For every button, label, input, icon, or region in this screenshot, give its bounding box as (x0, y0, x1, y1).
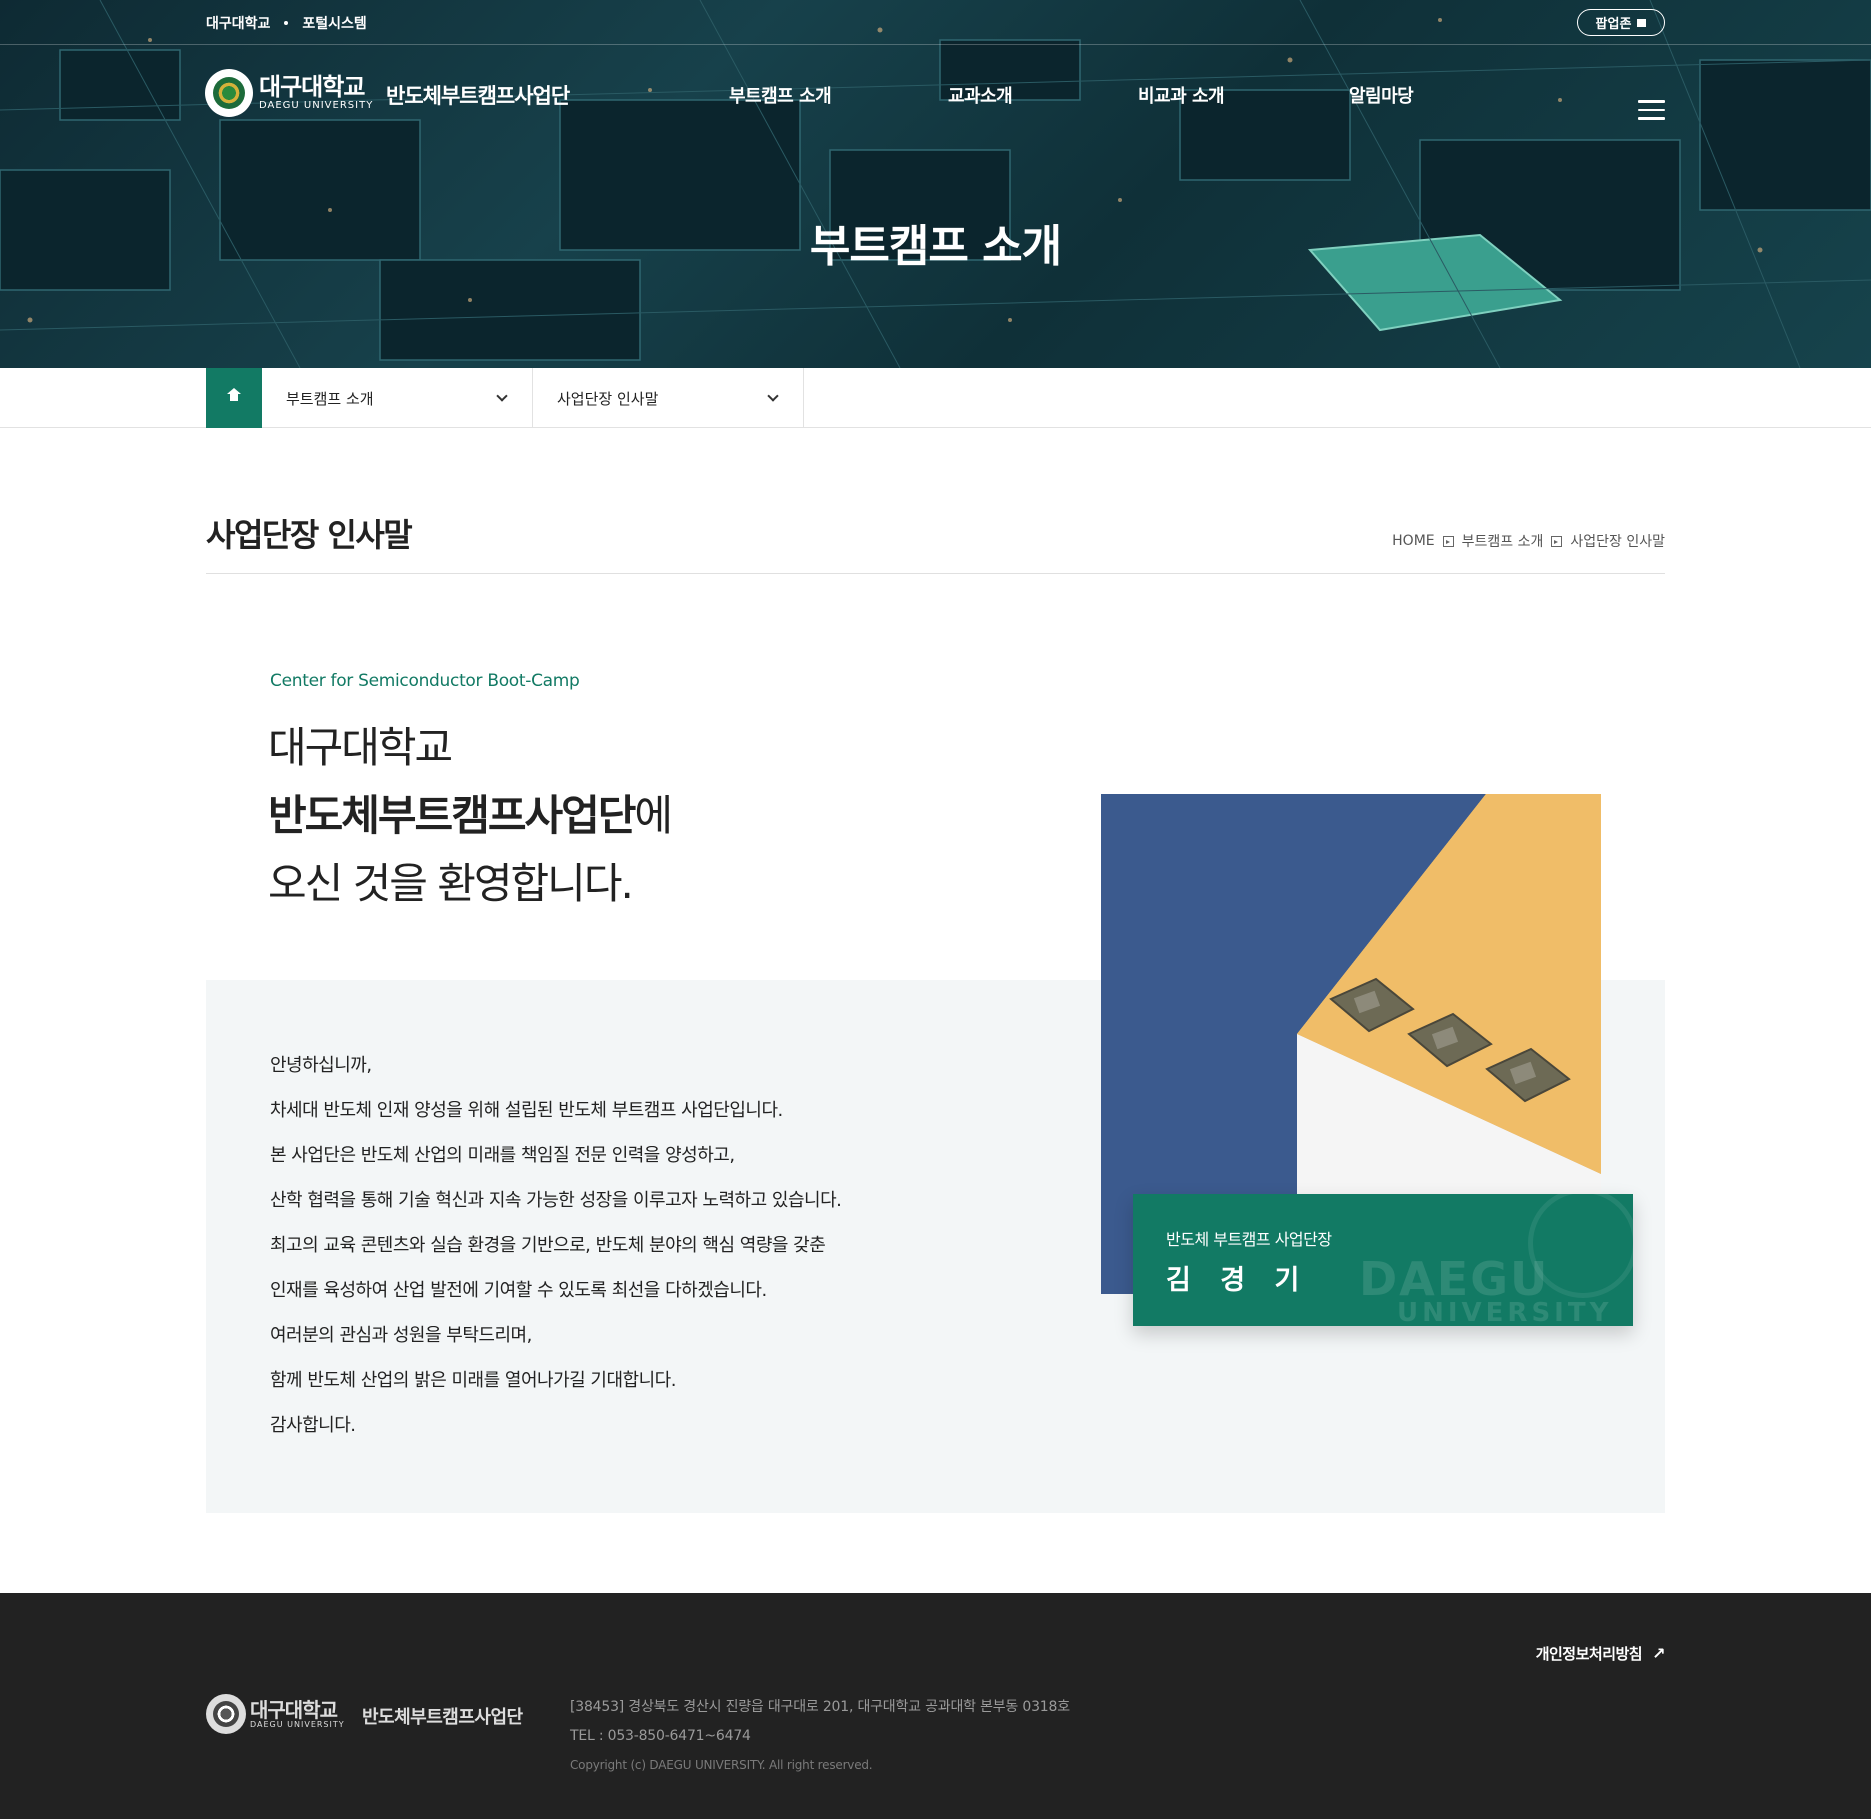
logo-english: DAEGU UNIVERSITY (259, 100, 374, 111)
message-line: 본 사업단은 반도체 산업의 미래를 책임질 전문 인력을 양성하고, (270, 1145, 735, 1166)
nav-item-curriculum[interactable]: 교과소개 (948, 82, 1013, 108)
footer-logo-korean: 대구대학교 (250, 1697, 338, 1722)
popup-zone-button[interactable]: 팝업존 (1577, 9, 1665, 36)
footer-department: 반도체부트캠프사업단 (362, 1707, 523, 1728)
breadcrumb-arrow-icon (1551, 535, 1563, 547)
link-daegu-univ[interactable]: 대구대학교 (206, 13, 270, 33)
university-seal-icon (205, 69, 253, 117)
separator-dot (284, 21, 289, 25)
welcome-headline: 대구대학교 반도체부트캠프사업단에 오신 것을 환영합니다. (268, 714, 673, 918)
message-line: 안녕하십니까, (270, 1055, 372, 1076)
watermark-university: UNIVERSITY (1397, 1298, 1613, 1326)
hero-title: 부트캠프 소개 (809, 221, 1062, 272)
privacy-policy-label: 개인정보처리방침 (1535, 1645, 1643, 1663)
chevron-down-icon (496, 390, 508, 402)
sub-navigation: 부트캠프 소개 사업단장 인사말 (0, 368, 1871, 428)
depth1-dropdown[interactable]: 부트캠프 소개 (262, 368, 533, 428)
popup-icon (1637, 18, 1647, 27)
breadcrumb-arrow-icon (1442, 535, 1454, 547)
logo-korean: 대구대학교 (259, 73, 365, 101)
depth2-label: 사업단장 인사말 (557, 389, 659, 408)
headline-suffix: 에 (634, 791, 673, 840)
university-seal-icon (206, 1694, 246, 1734)
footer-logo-english: DAEGU UNIVERSITY (250, 1719, 345, 1729)
depth2-dropdown[interactable]: 사업단장 인사말 (533, 368, 804, 428)
headline-line3: 오신 것을 환영합니다. (268, 859, 634, 908)
footer-tel: TEL : 053-850-6471~6474 (570, 1728, 751, 1744)
message-line: 최고의 교육 콘텐츠와 실습 환경을 기반으로, 반도체 분야의 핵심 역량을 … (270, 1235, 826, 1256)
page-title: 사업단장 인사말 (206, 516, 413, 554)
message-line: 차세대 반도체 인재 양성을 위해 설립된 반도체 부트캠프 사업단입니다. (270, 1100, 783, 1121)
depth1-label: 부트캠프 소개 (286, 389, 374, 408)
footer: 개인정보처리방침 ↗ 대구대학교 DAEGU UNIVERSITY 반도체부트캠… (0, 1593, 1871, 1819)
home-icon (227, 387, 241, 404)
english-subtitle: Center for Semiconductor Boot-Camp (270, 671, 580, 691)
arrow-up-right-icon: ↗ (1652, 1644, 1665, 1663)
circuit-background (0, 0, 1871, 368)
nav-item-notice[interactable]: 알림마당 (1349, 82, 1414, 108)
hero-banner: 대구대학교 포털시스템 팝업존 대구대학교 DAEGU UNIVERSITY 반… (0, 0, 1871, 368)
footer-copyright: Copyright (c) DAEGU UNIVERSITY. All righ… (570, 1758, 873, 1772)
breadcrumb-current: 사업단장 인사말 (1570, 534, 1665, 550)
message-line: 인재를 육성하여 산업 발전에 기여할 수 있도록 최선을 다하겠습니다. (270, 1280, 767, 1301)
director-role: 반도체 부트캠프 사업단장 (1166, 1230, 1332, 1249)
message-line: 산학 협력을 통해 기술 혁신과 지속 가능한 성장을 이루고자 노력하고 있습… (270, 1190, 842, 1211)
footer-info: [38453] 경상북도 경산시 진량읍 대구대로 201, 대구대학교 공과대… (570, 1693, 1070, 1780)
footer-logo: 대구대학교 DAEGU UNIVERSITY (206, 1694, 345, 1734)
breadcrumb-home[interactable]: HOME (1392, 533, 1434, 549)
popup-zone-label: 팝업존 (1595, 17, 1632, 32)
university-logo[interactable]: 대구대학교 DAEGU UNIVERSITY (205, 69, 373, 117)
title-divider (206, 573, 1665, 574)
breadcrumb: HOME 부트캠프 소개 사업단장 인사말 (1392, 531, 1665, 551)
privacy-policy-link[interactable]: 개인정보처리방침 ↗ (1535, 1643, 1666, 1664)
home-button[interactable] (206, 368, 262, 428)
breadcrumb-level1[interactable]: 부트캠프 소개 (1462, 531, 1544, 551)
director-name: 김 경 기 (1166, 1265, 1310, 1296)
utility-bar: 대구대학교 포털시스템 팝업존 (0, 0, 1871, 45)
message-line: 여러분의 관심과 성원을 부탁드리며, (270, 1325, 532, 1346)
headline-bold: 반도체부트캠프사업단 (268, 791, 636, 840)
director-name-card: DAEGU UNIVERSITY 반도체 부트캠프 사업단장 김 경 기 (1133, 1194, 1633, 1326)
chevron-down-icon (767, 390, 779, 402)
nav-item-extracurricular[interactable]: 비교과 소개 (1138, 82, 1225, 108)
message-line: 함께 반도체 산업의 밝은 미래를 열어나가길 기대합니다. (270, 1370, 676, 1391)
link-portal[interactable]: 포털시스템 (302, 13, 366, 33)
hamburger-icon[interactable] (1638, 100, 1665, 126)
footer-address: [38453] 경상북도 경산시 진량읍 대구대로 201, 대구대학교 공과대… (570, 1699, 1070, 1715)
greeting-message: 안녕하십니까, 차세대 반도체 인재 양성을 위해 설립된 반도체 부트캠프 사… (270, 1050, 842, 1455)
nav-item-bootcamp[interactable]: 부트캠프 소개 (729, 82, 832, 108)
message-line: 감사합니다. (270, 1415, 356, 1436)
headline-line1: 대구대학교 (268, 723, 453, 772)
department-name[interactable]: 반도체부트캠프사업단 (386, 80, 570, 110)
